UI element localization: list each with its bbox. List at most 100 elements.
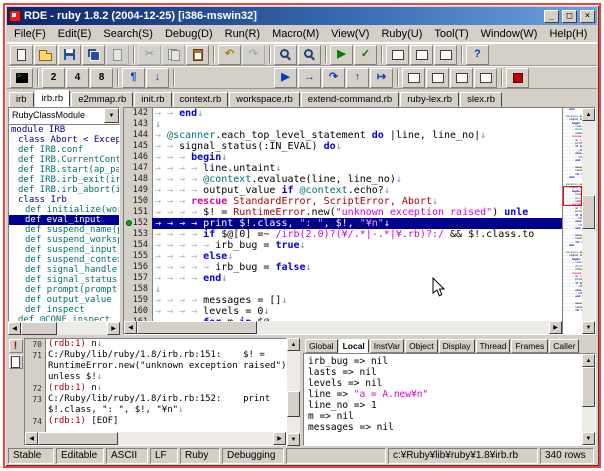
scroll-track[interactable] xyxy=(287,351,300,433)
tab-slex-rb[interactable]: slex.rb xyxy=(460,92,503,107)
editor-line[interactable]: 159 → → → → messages = []↓ xyxy=(124,295,562,306)
toggle-watch-pane-button[interactable] xyxy=(434,44,457,65)
step-over-button[interactable]: ↷ xyxy=(322,67,345,88)
code-editor[interactable]: 142 → → end↓ 143 ↓ 144 → @scanner.each_top_le… xyxy=(124,108,562,321)
stop-debug-button[interactable] xyxy=(506,67,529,88)
scroll-left-button[interactable] xyxy=(124,321,137,334)
class-tree-item[interactable]: def suspend_name(p xyxy=(9,225,119,235)
class-tree-item[interactable]: def @CONF.inspect xyxy=(9,315,119,321)
menu-search-s[interactable]: Search(S) xyxy=(97,26,159,42)
scroll-thumb[interactable] xyxy=(287,391,300,417)
menu-view-v[interactable]: View(V) xyxy=(325,26,375,42)
variable-row[interactable]: lasts => nil xyxy=(308,367,582,378)
editor-line[interactable]: 145 → → signal_status(:IN_EVAL) do↓ xyxy=(124,141,562,152)
scroll-thumb[interactable] xyxy=(21,322,57,335)
menu-edit-e[interactable]: Edit(E) xyxy=(52,26,98,42)
editor-line[interactable]: 152 → → → → print $!.class, ": ", $!, "¥n… xyxy=(124,218,562,229)
tab-e2mmap-rb[interactable]: e2mmap.rb xyxy=(71,92,134,107)
toggle-frames-window-button[interactable] xyxy=(450,67,473,88)
class-tree-item[interactable]: module IRB xyxy=(9,125,119,135)
editor-line[interactable]: 144 → @scanner.each_top_level_statement d… xyxy=(124,130,562,141)
editor-line[interactable]: 154 → → → → → irb_bug = true↓ xyxy=(124,240,562,251)
variable-list[interactable]: irb_bug => nil lasts => nil levels => nil l… xyxy=(304,354,582,445)
scroll-up-button[interactable] xyxy=(287,338,300,351)
tab-width-2-button[interactable]: 2 xyxy=(42,67,65,88)
scroll-track[interactable] xyxy=(582,367,595,432)
scroll-up-button[interactable] xyxy=(582,354,595,367)
minimize-button[interactable]: _ xyxy=(544,9,559,23)
menu-tool-t[interactable]: Tool(T) xyxy=(428,26,474,42)
scroll-track[interactable] xyxy=(38,432,273,445)
help-button[interactable]: ? xyxy=(466,44,489,65)
menu-debug-d[interactable]: Debug(D) xyxy=(159,26,219,42)
tab-irb-rb[interactable]: irb.rb xyxy=(34,90,71,107)
scroll-right-button[interactable] xyxy=(273,432,286,445)
class-tree-item[interactable]: def signal_status( xyxy=(9,275,119,285)
menu-ruby-u[interactable]: Ruby(U) xyxy=(375,26,428,42)
title-bar[interactable]: RDE - ruby 1.8.2 (2004-12-25) [i386-mswi… xyxy=(7,7,597,25)
editor-line[interactable]: 147 → → → → line.untaint↓ xyxy=(124,163,562,174)
menu-macro-m[interactable]: Macro(M) xyxy=(266,26,325,42)
scroll-track[interactable] xyxy=(137,321,549,334)
variable-row[interactable]: levels => nil xyxy=(308,378,582,389)
paste-button[interactable] xyxy=(186,44,209,65)
run-script-button[interactable]: ▶ xyxy=(330,44,353,65)
scroll-down-button[interactable] xyxy=(582,321,595,334)
editor-line[interactable]: 153 → → → → if $@[0] =~ /irb(2.0)?(¥/.*|-… xyxy=(124,229,562,240)
toggle-class-pane-button[interactable] xyxy=(386,44,409,65)
watch-tab-object[interactable]: Object xyxy=(405,339,438,353)
editor-line[interactable]: 160 → → → → levels = 0↓ xyxy=(124,306,562,317)
menu-run-r[interactable]: Run(R) xyxy=(219,26,266,42)
menu-help-h[interactable]: Help(H) xyxy=(543,26,593,42)
run-to-cursor-button[interactable]: ↦ xyxy=(370,67,393,88)
show-eol-button[interactable]: ↓ xyxy=(146,67,169,88)
step-into-button[interactable]: → xyxy=(298,67,321,88)
toggle-minimap-button[interactable] xyxy=(474,67,497,88)
class-tree-item[interactable]: def suspend_contex xyxy=(9,255,119,265)
editor-line[interactable]: 149 → → → → output_value if @context.echo… xyxy=(124,185,562,196)
class-tree-item[interactable]: def inspect xyxy=(9,305,119,315)
menu-file-f[interactable]: File(F) xyxy=(8,26,52,42)
console-vscrollbar[interactable] xyxy=(287,338,300,446)
tab-width-4-button[interactable]: 4 xyxy=(66,67,89,88)
tab-context-rb[interactable]: context.rb xyxy=(172,92,229,107)
scroll-thumb[interactable] xyxy=(38,432,118,445)
find-button[interactable] xyxy=(274,44,297,65)
open-file-button[interactable] xyxy=(34,44,57,65)
editor-vscrollbar[interactable] xyxy=(582,108,595,334)
class-tree-item[interactable]: def suspend_input_ xyxy=(9,245,119,255)
tab-extend-command-rb[interactable]: extend-command.rb xyxy=(300,92,400,107)
editor-line[interactable]: 158 ↓ xyxy=(124,284,562,295)
class-tree-item[interactable]: def output_value xyxy=(9,295,119,305)
editor-line[interactable]: 142 → → end↓ xyxy=(124,108,562,119)
scroll-up-button[interactable] xyxy=(582,108,595,121)
watch-tab-caller[interactable]: Caller xyxy=(549,339,580,353)
save-button[interactable] xyxy=(58,44,81,65)
editor-line[interactable]: 146 → → → begin↓ xyxy=(124,152,562,163)
maximize-button[interactable]: □ xyxy=(562,9,577,23)
variable-row[interactable]: messages => nil xyxy=(308,422,582,433)
editor-line[interactable]: 151 → → → → $! = RuntimeError.new("unknow… xyxy=(124,207,562,218)
watch-tab-frames[interactable]: Frames xyxy=(511,339,549,353)
scroll-left-button[interactable] xyxy=(25,432,38,445)
scroll-right-button[interactable] xyxy=(107,322,120,335)
class-tree-item[interactable]: def IRB.conf xyxy=(9,145,119,155)
editor-line[interactable]: 157 → → → → end↓ xyxy=(124,273,562,284)
menu-window-w[interactable]: Window(W) xyxy=(475,26,544,42)
variable-row[interactable]: line_no => 1 xyxy=(308,400,582,411)
undo-button[interactable]: ↶ xyxy=(218,44,241,65)
watch-tab-instvar[interactable]: InstVar xyxy=(369,339,405,353)
scroll-track[interactable] xyxy=(21,322,107,335)
class-tree-item[interactable]: def IRB.CurrentConte xyxy=(9,155,119,165)
interrupt-debug-button[interactable]: ! xyxy=(8,339,23,353)
watch-tab-thread[interactable]: Thread xyxy=(475,339,511,353)
code-minimap[interactable]: → → end↓↓→ @scanner.each_top_level_state… xyxy=(562,108,582,334)
debug-continue-button[interactable]: ▶ xyxy=(274,67,297,88)
scroll-track[interactable] xyxy=(582,121,595,321)
class-tree-item[interactable]: def signal_handle xyxy=(9,265,119,275)
chevron-down-icon[interactable] xyxy=(104,108,119,123)
variable-row[interactable]: m => nil xyxy=(308,411,582,422)
console-output[interactable]: 70 (rdb:1) n↓ 71 C:/Ruby/lib/ruby/1.8/irb.r… xyxy=(25,339,286,432)
class-tree-item[interactable]: def initialize(wor xyxy=(9,205,119,215)
scroll-down-button[interactable] xyxy=(287,433,300,446)
